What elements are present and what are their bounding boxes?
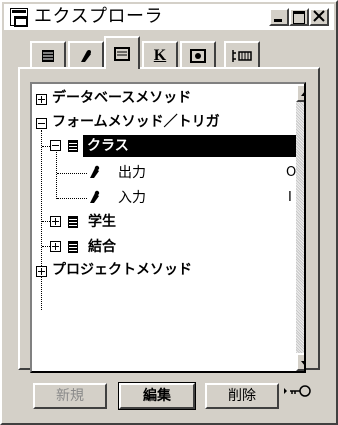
scroll-down-button[interactable] bbox=[296, 353, 304, 371]
table-icon bbox=[68, 140, 78, 152]
method-tab-icon bbox=[81, 49, 91, 62]
new-button[interactable]: 新規 bbox=[33, 383, 107, 409]
close-icon bbox=[313, 10, 325, 22]
maximize-button[interactable] bbox=[289, 8, 309, 26]
key-icon[interactable] bbox=[283, 383, 313, 405]
tree-item-form-methods[interactable]: フォームメソッド／トリガ bbox=[32, 111, 302, 133]
picture-tab-icon bbox=[190, 48, 206, 63]
tab-structure[interactable] bbox=[224, 41, 260, 68]
vertical-scrollbar[interactable] bbox=[296, 84, 304, 371]
arrow-down-icon bbox=[301, 361, 304, 365]
explorer-app-icon bbox=[10, 8, 28, 27]
tab-constants[interactable]: K bbox=[142, 41, 178, 68]
arrow-up-icon bbox=[301, 92, 304, 96]
tree-item-join[interactable]: 結合 bbox=[32, 236, 302, 258]
delete-button[interactable]: 削除 bbox=[205, 383, 279, 409]
tab-methods[interactable] bbox=[68, 41, 104, 68]
tree-item-class[interactable]: クラス bbox=[83, 135, 302, 157]
constant-tab-icon: K bbox=[153, 46, 167, 64]
close-button[interactable] bbox=[309, 8, 329, 26]
table-tab-icon bbox=[42, 49, 54, 62]
tree-item-database-methods[interactable]: データベースメソッド bbox=[32, 87, 302, 109]
collapse-toggle[interactable] bbox=[50, 140, 61, 151]
tab-pictures[interactable] bbox=[180, 41, 216, 68]
tree-item-output[interactable]: 出力 O bbox=[32, 162, 302, 184]
tree-item-student[interactable]: 学生 bbox=[32, 211, 302, 233]
edit-button[interactable]: 編集 bbox=[118, 382, 196, 410]
tab-forms[interactable] bbox=[104, 36, 140, 69]
tree-item-project-methods[interactable]: プロジェクトメソッド bbox=[32, 259, 302, 281]
scroll-up-button[interactable] bbox=[296, 84, 304, 102]
form-tab-icon bbox=[114, 46, 130, 61]
explorer-tree[interactable]: データベースメソッド フォームメソッド／トリガ クラス 出力 O 入力 I 学生… bbox=[30, 82, 306, 373]
title-bar[interactable]: エクスプローラ bbox=[4, 4, 334, 30]
structure-tab-icon bbox=[232, 49, 252, 62]
minimize-button[interactable] bbox=[269, 8, 289, 26]
tree-item-input[interactable]: 入力 I bbox=[32, 187, 302, 209]
window-title: エクスプローラ bbox=[34, 6, 163, 27]
tab-tables[interactable] bbox=[30, 41, 66, 68]
